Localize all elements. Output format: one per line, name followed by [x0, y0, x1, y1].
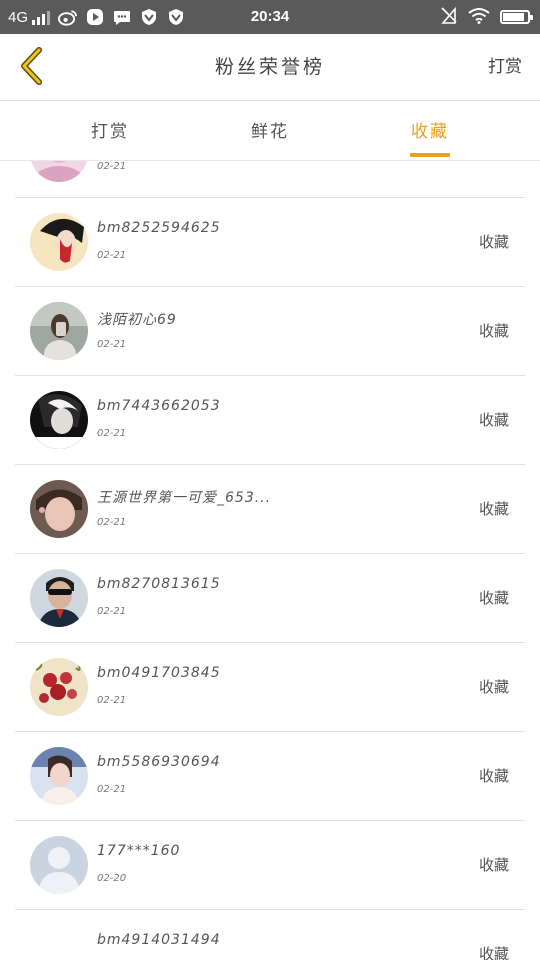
fan-action: 收藏 — [478, 500, 509, 518]
tab-tips[interactable]: 打赏 — [50, 101, 170, 161]
list-item[interactable]: bm5586930694 02-21 收藏 — [15, 732, 525, 821]
list-item[interactable]: bm8252594625 02-21 收藏 — [15, 198, 525, 287]
avatar — [30, 480, 88, 538]
fan-action: 收藏 — [478, 411, 509, 429]
fan-date: 02-21 — [97, 339, 127, 350]
fan-date: 02-21 — [97, 428, 127, 439]
list-item[interactable]: 177***160 02-20 收藏 — [15, 821, 525, 910]
list-item[interactable]: bm8270813615 02-21 收藏 — [15, 554, 525, 643]
fan-name: bm5586930694 — [97, 754, 221, 770]
status-right — [440, 0, 533, 34]
tab-bar: 打赏 鲜花 收藏 — [0, 101, 540, 161]
default-avatar — [30, 836, 88, 894]
avatar — [30, 569, 88, 627]
avatar — [30, 302, 88, 360]
fan-action: 收藏 — [478, 322, 509, 340]
list-item[interactable]: bm4914031494 收藏 — [15, 910, 525, 960]
fan-name: bm7443662053 — [97, 398, 221, 414]
fan-date: 02-21 — [97, 250, 127, 261]
avatar — [30, 658, 88, 716]
fan-action: 收藏 — [478, 856, 509, 874]
fan-action: 收藏 — [478, 233, 509, 251]
avatar — [30, 161, 88, 182]
active-tab-indicator — [410, 153, 450, 157]
list-item[interactable]: 浅陌初心69 02-21 收藏 — [15, 287, 525, 376]
fan-name: bm0491703845 — [97, 665, 221, 681]
fan-date: 02-21 — [97, 695, 127, 706]
fan-name: bm8252594625 — [97, 220, 221, 236]
list-item[interactable]: bm0491703845 02-21 收藏 — [15, 643, 525, 732]
fan-date: 02-21 — [97, 784, 127, 795]
avatar — [30, 925, 88, 960]
fan-action: 收藏 — [478, 767, 509, 785]
fan-action: 收藏 — [478, 589, 509, 607]
fan-action: 收藏 — [478, 678, 509, 696]
fan-name: bm4914031494 — [97, 932, 221, 948]
avatar — [30, 747, 88, 805]
list-item[interactable]: 02-21 — [15, 161, 525, 198]
nav-bar: 粉丝荣誉榜 打赏 — [0, 34, 540, 101]
fan-action: 收藏 — [478, 945, 509, 960]
wifi-icon — [468, 7, 490, 28]
fan-date: 02-20 — [97, 873, 127, 884]
fan-name: 177***160 — [97, 843, 181, 859]
tab-label: 打赏 — [91, 122, 129, 142]
tab-flowers[interactable]: 鲜花 — [210, 101, 330, 161]
tip-button[interactable]: 打赏 — [488, 34, 522, 101]
fan-date: 02-21 — [97, 161, 127, 172]
battery-icon — [500, 10, 533, 24]
no-sim-icon — [440, 6, 458, 28]
fan-name: 王源世界第一可爱_653... — [97, 490, 272, 506]
page-title: 粉丝荣誉榜 — [214, 56, 325, 78]
fan-date: 02-21 — [97, 517, 127, 528]
fan-list[interactable]: 02-21 bm8252594625 02-21 收藏 浅陌初心69 02-21… — [0, 161, 540, 960]
list-item[interactable]: bm7443662053 02-21 收藏 — [15, 376, 525, 465]
tab-favorites[interactable]: 收藏 — [370, 101, 490, 161]
avatar — [30, 391, 88, 449]
fan-name: bm8270813615 — [97, 576, 221, 592]
tab-label: 鲜花 — [251, 122, 289, 142]
fan-date: 02-21 — [97, 606, 127, 617]
status-bar: 4G 20:34 — [0, 0, 540, 34]
list-item[interactable]: 王源世界第一可爱_653... 02-21 收藏 — [15, 465, 525, 554]
fan-name: 浅陌初心69 — [97, 312, 177, 328]
avatar — [30, 213, 88, 271]
